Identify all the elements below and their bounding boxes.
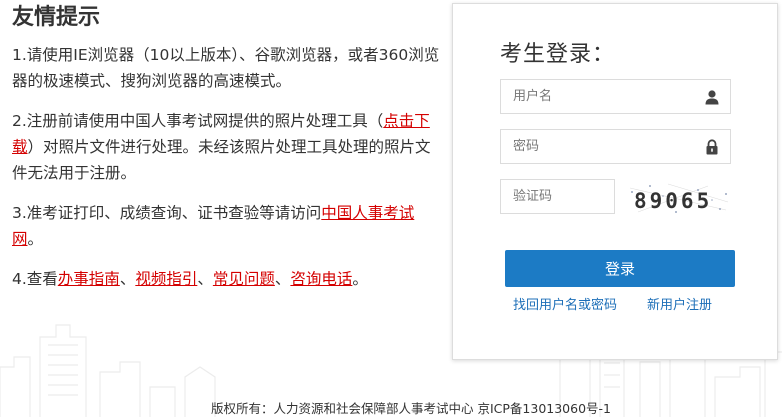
tips-title: 友情提示: [12, 5, 101, 30]
find-account-link[interactable]: 找回用户名或密码: [513, 294, 617, 313]
tip-photo-tool-suffix: ）对照片文件进行处理。未经该照片处理工具处理的照片文件无法用于注册。: [12, 138, 431, 182]
tip-admission: 3.准考证打印、成绩查询、证书查验等请访问中国人事考试网。: [12, 200, 442, 252]
tip-guides-prefix: 4.查看: [12, 270, 58, 288]
tip-photo-tool-prefix: 2.注册前请使用中国人事考试网提供的照片处理工具（: [12, 112, 384, 130]
guide-link[interactable]: 办事指南: [58, 270, 120, 288]
captcha-text: 89065: [634, 189, 712, 213]
username-field-wrapper: [500, 79, 731, 114]
contact-phone-link[interactable]: 咨询电话: [290, 270, 352, 288]
lock-icon: [706, 139, 718, 155]
tip-browser-text: 1.请使用IE浏览器（10以上版本）、谷歌浏览器，或者360浏览器的极速模式、搜…: [12, 46, 440, 90]
login-title: 考生登录：: [500, 42, 616, 67]
tip-guides-suffix: 。: [352, 270, 368, 288]
copyright-text: 版权所有：人力资源和社会保障部人事考试中心 京ICP备13013060号-1: [210, 401, 611, 416]
tip-admission-prefix: 3.准考证打印、成绩查询、证书查验等请访问: [12, 204, 322, 222]
tips-panel: 友情提示 1.请使用IE浏览器（10以上版本）、谷歌浏览器，或者360浏览器的极…: [12, 0, 442, 292]
register-link[interactable]: 新用户注册: [647, 294, 712, 313]
login-panel: 考生登录： 89065 登录 找回用户名或密码: [452, 3, 778, 360]
faq-link[interactable]: 常见问题: [213, 270, 275, 288]
captcha-field-wrapper: [500, 179, 615, 214]
separator: 、: [274, 270, 291, 288]
password-field-wrapper: [500, 129, 731, 164]
user-icon: [705, 90, 719, 105]
video-guide-link[interactable]: 视频指引: [135, 270, 197, 288]
tip-admission-suffix: 。: [27, 230, 44, 248]
separator: 、: [197, 270, 213, 288]
captcha-image[interactable]: 89065: [628, 182, 733, 216]
separator: 、: [119, 270, 136, 288]
username-input[interactable]: [501, 80, 730, 113]
password-input[interactable]: [501, 130, 730, 163]
footer-copyright: 版权所有：人力资源和社会保障部人事考试中心 京ICP备13013060号-1: [0, 398, 782, 417]
tip-browser: 1.请使用IE浏览器（10以上版本）、谷歌浏览器，或者360浏览器的极速模式、搜…: [12, 42, 442, 94]
captcha-input[interactable]: [501, 180, 614, 213]
login-button[interactable]: 登录: [505, 250, 735, 287]
tip-photo-tool: 2.注册前请使用中国人事考试网提供的照片处理工具（点击下载）对照片文件进行处理。…: [12, 108, 442, 186]
tip-guides: 4.查看办事指南、视频指引、常见问题、咨询电话。: [12, 266, 442, 292]
